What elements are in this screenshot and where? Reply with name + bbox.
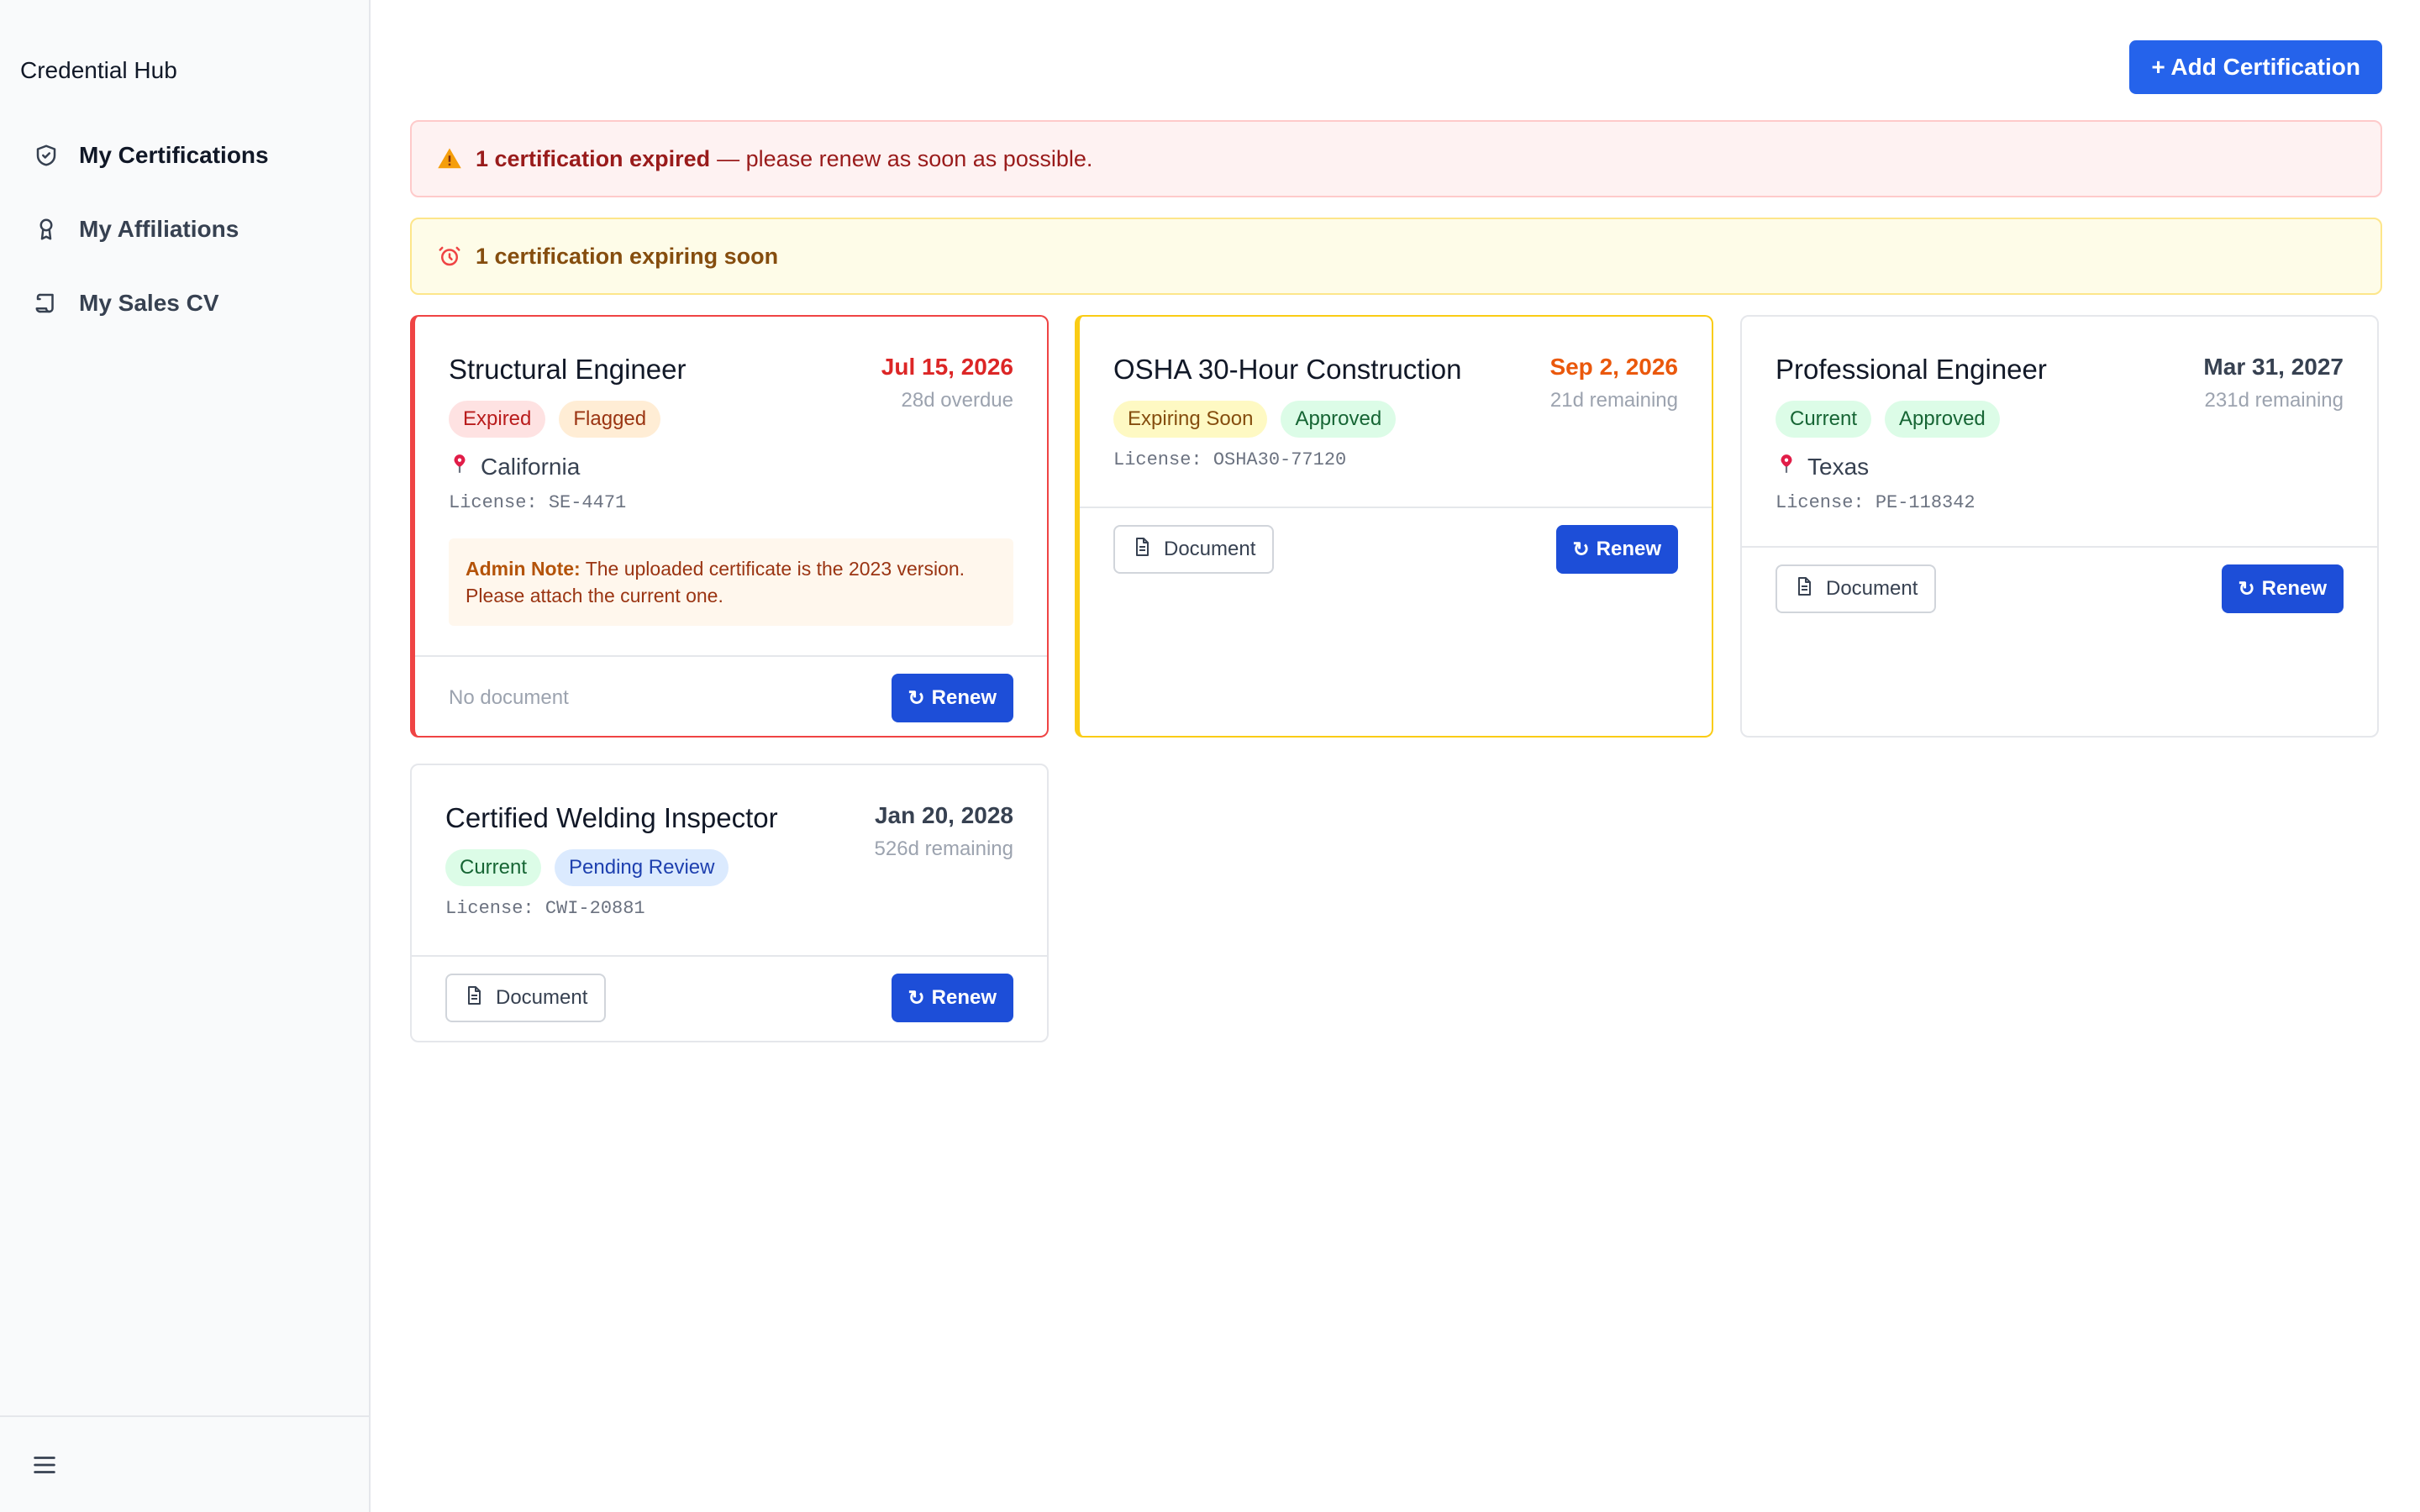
- license-number: License: OSHA30-77120: [1113, 449, 1347, 470]
- location-label: California: [481, 453, 581, 480]
- review-badge: Pending Review: [555, 849, 729, 886]
- expired-alert-title: 1 certification expired: [476, 145, 711, 171]
- renew-button[interactable]: ↻ Renew: [2221, 564, 2344, 613]
- location: Texas: [1776, 453, 2344, 480]
- award-icon: [32, 215, 60, 244]
- sidebar: Credential Hub My Certifications My Affi…: [0, 0, 371, 1512]
- days-status: 526d remaining: [874, 837, 1013, 860]
- card-date: Jul 15, 2026 28d overdue: [881, 354, 1013, 412]
- document-button[interactable]: Document: [1113, 525, 1275, 574]
- document-button[interactable]: Document: [445, 974, 607, 1022]
- sidebar-item-my-affiliations[interactable]: My Affiliations: [32, 206, 351, 253]
- card-footer: Document ↻ Renew: [412, 955, 1047, 1039]
- review-badge: Approved: [1281, 401, 1397, 438]
- refresh-icon: ↻: [2238, 577, 2255, 601]
- sidebar-item-label: My Sales CV: [79, 290, 219, 316]
- sidebar-item-my-sales-cv[interactable]: My Sales CV: [32, 280, 351, 327]
- card-footer: Document ↻ Renew: [1742, 546, 2377, 630]
- menu-icon[interactable]: [30, 1451, 59, 1479]
- sidebar-item-my-certifications[interactable]: My Certifications: [32, 132, 351, 179]
- warning-icon: [437, 145, 464, 172]
- card-footer: No document ↻ Renew: [415, 655, 1047, 736]
- file-icon: [1132, 537, 1152, 563]
- expiry-date: Jan 20, 2028: [874, 802, 1013, 828]
- renew-label: Renew: [931, 986, 997, 1009]
- document-label: Document: [1164, 538, 1256, 560]
- sidebar-footer: [0, 1415, 369, 1512]
- add-certification-button[interactable]: + Add Certification: [2129, 40, 2382, 94]
- expiry-date: Sep 2, 2026: [1549, 354, 1678, 380]
- location-label: Texas: [1807, 453, 1870, 480]
- certification-card: Structural Engineer Jul 15, 2026 28d ove…: [410, 315, 1049, 738]
- license-number: License: PE-118342: [1776, 492, 1975, 513]
- sidebar-item-label: My Affiliations: [79, 216, 239, 242]
- main-content: + Add Certification 1 certification expi…: [371, 0, 2420, 1512]
- card-date: Sep 2, 2026 21d remaining: [1549, 354, 1678, 412]
- location: California: [449, 453, 1013, 480]
- expiry-date: Jul 15, 2026: [881, 354, 1013, 380]
- refresh-icon: ↻: [908, 986, 925, 1010]
- renew-button[interactable]: ↻ Renew: [891, 974, 1013, 1022]
- document-button[interactable]: Document: [1776, 564, 1937, 613]
- pin-icon: [449, 453, 471, 480]
- days-status: 231d remaining: [2204, 389, 2344, 412]
- refresh-icon: ↻: [1572, 538, 1590, 561]
- renew-label: Renew: [1596, 538, 1661, 560]
- pin-icon: [1776, 453, 1797, 480]
- document-label: Document: [496, 986, 588, 1009]
- shield-icon: [32, 141, 60, 170]
- card-footer: Document ↻ Renew: [1080, 507, 1712, 591]
- file-icon: [464, 985, 484, 1011]
- expiring-alert: 1 certification expiring soon: [410, 218, 2382, 295]
- no-document-label: No document: [449, 686, 569, 709]
- app-root: Credential Hub My Certifications My Affi…: [0, 0, 2420, 1512]
- card-date: Jan 20, 2028 526d remaining: [875, 802, 1013, 861]
- certification-card: Professional Engineer Mar 31, 2027 231d …: [1740, 315, 2379, 738]
- renew-button[interactable]: ↻ Renew: [1555, 525, 1678, 574]
- refresh-icon: ↻: [908, 686, 925, 710]
- renew-label: Renew: [931, 686, 997, 709]
- certification-card: Certified Welding Inspector Jan 20, 2028…: [410, 764, 1049, 1042]
- renew-label: Renew: [2261, 577, 2327, 600]
- status-badge: Current: [445, 849, 542, 886]
- license-number: License: SE-4471: [449, 492, 627, 513]
- card-date: Mar 31, 2027 231d remaining: [2203, 354, 2344, 412]
- renew-button[interactable]: ↻ Renew: [891, 674, 1013, 722]
- license-number: License: CWI-20881: [445, 898, 645, 919]
- review-badge: Approved: [1885, 401, 2000, 438]
- document-label: Document: [1826, 577, 1918, 600]
- expiring-alert-title: 1 certification expiring soon: [476, 243, 779, 269]
- scroll-icon: [32, 289, 60, 318]
- certification-card: OSHA 30-Hour Construction Sep 2, 2026 21…: [1075, 315, 1713, 738]
- expiry-date: Mar 31, 2027: [2203, 354, 2344, 380]
- review-badge: Flagged: [559, 401, 661, 438]
- file-icon: [1794, 576, 1814, 602]
- days-status: 28d overdue: [901, 389, 1013, 412]
- status-badge: Expired: [449, 401, 546, 438]
- alarm-clock-icon: [437, 243, 464, 270]
- admin-note-label: Admin Note:: [466, 558, 581, 580]
- status-badge: Expiring Soon: [1113, 401, 1268, 438]
- sidebar-item-label: My Certifications: [79, 142, 269, 168]
- brand-title: Credential Hub: [20, 57, 177, 83]
- days-status: 21d remaining: [1549, 389, 1678, 412]
- admin-note: Admin Note: The uploaded certificate is …: [449, 538, 1013, 627]
- expired-alert: 1 certification expired — please renew a…: [410, 120, 2382, 197]
- status-badge: Current: [1776, 401, 1872, 438]
- expired-alert-text: — please renew as soon as possible.: [717, 145, 1093, 171]
